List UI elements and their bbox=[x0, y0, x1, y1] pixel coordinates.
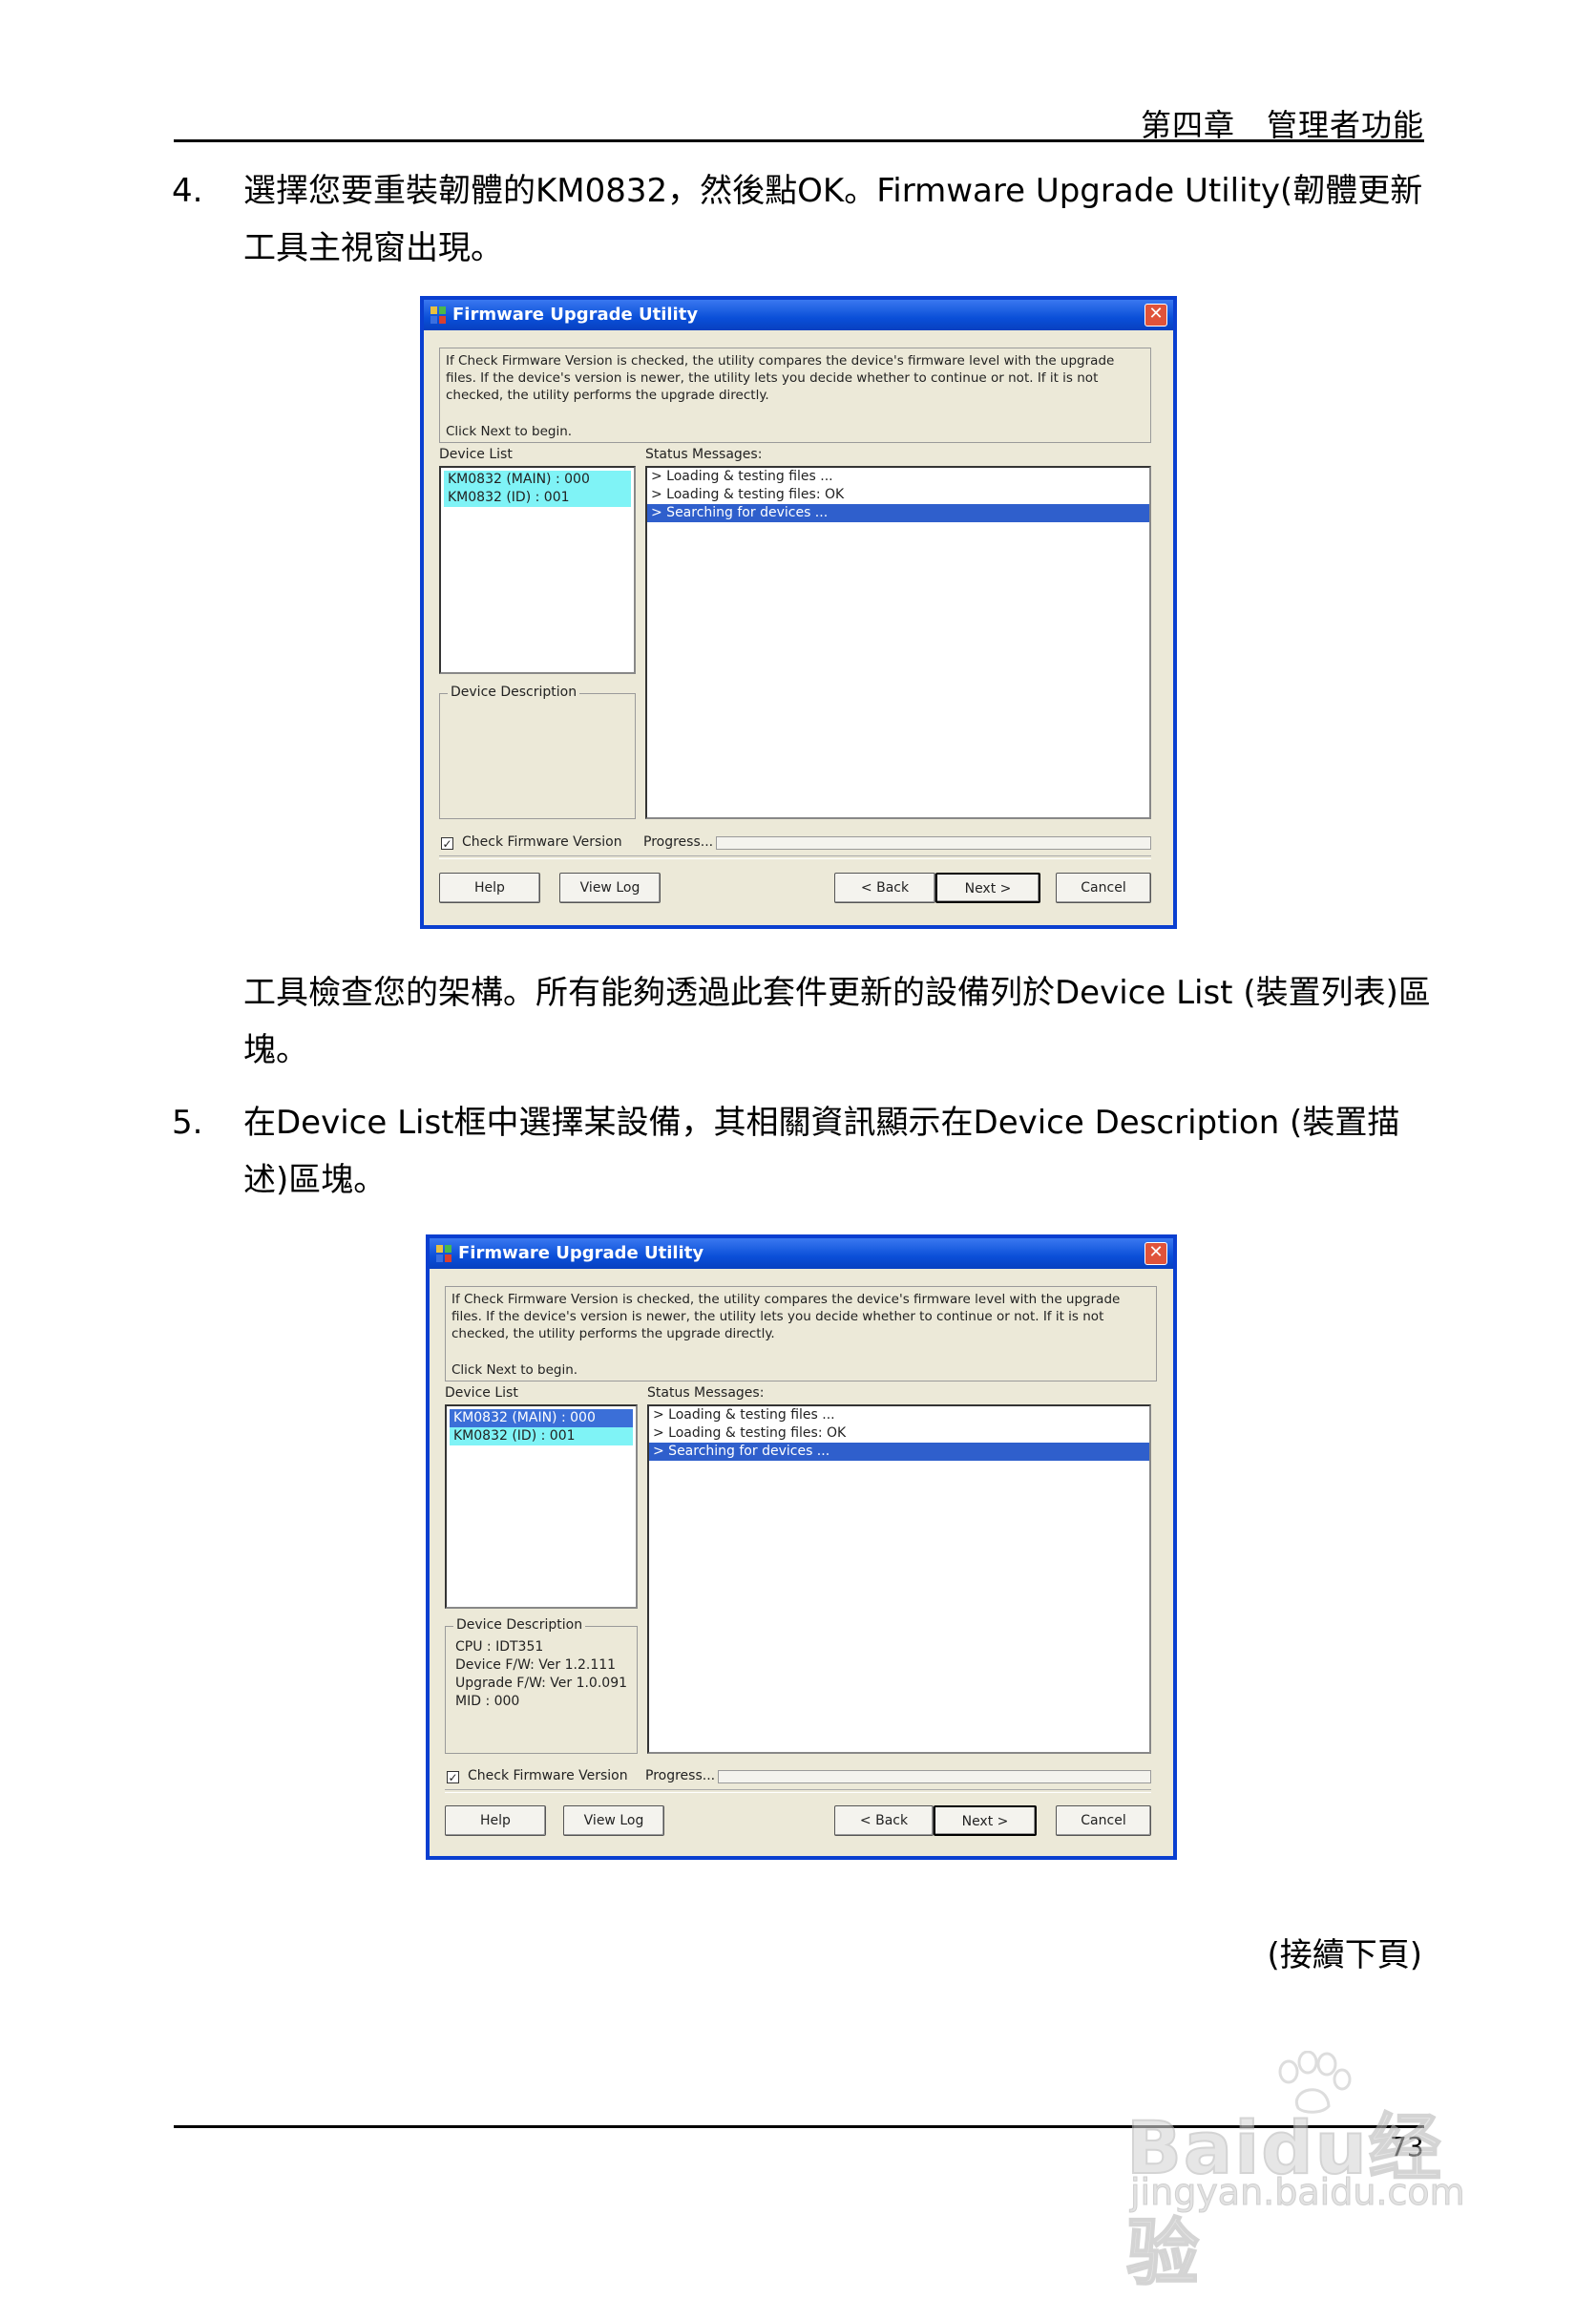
device-description-label: Device Description bbox=[448, 685, 580, 700]
description-upgrade-fw: Upgrade F/W: Ver 1.0.091 bbox=[455, 1676, 628, 1691]
status-message: > Loading & testing files ... bbox=[651, 469, 833, 484]
continue-note: (接續下頁) bbox=[1267, 1936, 1422, 1974]
device-description-group: Device Description CPU : IDT351 Device F… bbox=[445, 1617, 638, 1754]
back-button[interactable]: < Back bbox=[834, 1805, 934, 1836]
device-description-label: Device Description bbox=[453, 1617, 586, 1633]
header-rule bbox=[174, 139, 1424, 142]
paragraph-device-list: 工具檢查您的架構。所有能夠透過此套件更新的設備列於Device List (裝置… bbox=[243, 974, 1431, 1069]
info-text: If Check Firmware Version is checked, th… bbox=[452, 1292, 1121, 1341]
view-log-button[interactable]: View Log bbox=[563, 1805, 664, 1836]
next-button[interactable]: Next > bbox=[935, 873, 1040, 903]
device-list-label: Device List bbox=[445, 1385, 518, 1401]
status-messages-label: Status Messages: bbox=[647, 1385, 765, 1401]
title-bar[interactable]: Firmware Upgrade Utility ✕ bbox=[424, 300, 1173, 330]
progress-label: Progress... bbox=[643, 834, 714, 850]
device-item[interactable]: KM0832 (MAIN) : 000 bbox=[444, 471, 631, 489]
description-cpu: CPU : IDT351 bbox=[455, 1639, 544, 1655]
status-message: > Loading & testing files ... bbox=[653, 1407, 835, 1423]
status-message: > Loading & testing files: OK bbox=[651, 487, 845, 502]
step-number: 4. bbox=[172, 172, 203, 210]
status-message: > Searching for devices ... bbox=[649, 1443, 1149, 1461]
next-button[interactable]: Next > bbox=[934, 1805, 1037, 1836]
app-icon bbox=[430, 306, 446, 324]
progress-label: Progress... bbox=[645, 1768, 716, 1783]
begin-text: Click Next to begin. bbox=[446, 424, 573, 439]
description-device-fw: Device F/W: Ver 1.2.111 bbox=[455, 1657, 617, 1673]
info-text: If Check Firmware Version is checked, th… bbox=[446, 353, 1115, 403]
info-box: If Check Firmware Version is checked, th… bbox=[445, 1286, 1157, 1382]
separator bbox=[445, 1789, 1151, 1793]
device-item[interactable]: KM0832 (MAIN) : 000 bbox=[450, 1409, 633, 1427]
step-5: 5. 在Device List框中選擇某設備，其相關資訊顯示在Device De… bbox=[172, 1094, 1432, 1209]
close-icon[interactable]: ✕ bbox=[1144, 304, 1167, 327]
firmware-dialog-2: Firmware Upgrade Utility ✕ If Check Firm… bbox=[426, 1234, 1177, 1860]
info-box: If Check Firmware Version is checked, th… bbox=[439, 348, 1151, 443]
baidu-watermark: Baidu经验 jingyan.baidu.com bbox=[1125, 2051, 1508, 2296]
status-messages-list[interactable]: > Loading & testing files ... > Loading … bbox=[647, 1404, 1151, 1754]
watermark-sub: jingyan.baidu.com bbox=[1130, 2171, 1466, 2214]
status-message: > Searching for devices ... bbox=[647, 504, 1149, 522]
app-icon bbox=[436, 1245, 452, 1262]
separator bbox=[439, 855, 1151, 859]
step-number: 5. bbox=[172, 1104, 203, 1142]
step-text: 選擇您要重裝韌體的KM0832，然後點OK。Firmware Upgrade U… bbox=[243, 172, 1423, 267]
step-text: 在Device List框中選擇某設備，其相關資訊顯示在Device Descr… bbox=[243, 1104, 1400, 1199]
device-description-group: Device Description bbox=[439, 685, 636, 819]
dialog-title: Firmware Upgrade Utility bbox=[452, 305, 699, 325]
close-icon[interactable]: ✕ bbox=[1144, 1242, 1167, 1265]
step-4: 4. 選擇您要重裝韌體的KM0832，然後點OK。Firmware Upgrad… bbox=[172, 162, 1432, 277]
title-bar[interactable]: Firmware Upgrade Utility ✕ bbox=[430, 1238, 1173, 1269]
progress-bar bbox=[718, 1770, 1151, 1783]
check-firmware-checkbox[interactable]: ✓ bbox=[441, 837, 453, 850]
begin-text: Click Next to begin. bbox=[452, 1362, 578, 1378]
view-log-button[interactable]: View Log bbox=[559, 873, 661, 903]
cancel-button[interactable]: Cancel bbox=[1056, 873, 1151, 903]
help-button[interactable]: Help bbox=[445, 1805, 546, 1836]
check-firmware-label: Check Firmware Version bbox=[468, 1768, 628, 1783]
progress-bar bbox=[716, 836, 1151, 850]
device-list-label: Device List bbox=[439, 447, 513, 462]
device-item[interactable]: KM0832 (ID) : 001 bbox=[450, 1427, 633, 1445]
cancel-button[interactable]: Cancel bbox=[1056, 1805, 1151, 1836]
device-item[interactable]: KM0832 (ID) : 001 bbox=[444, 489, 631, 507]
check-firmware-checkbox[interactable]: ✓ bbox=[447, 1771, 459, 1783]
description-mid: MID : 000 bbox=[455, 1694, 520, 1709]
status-messages-label: Status Messages: bbox=[645, 447, 763, 462]
check-firmware-label: Check Firmware Version bbox=[462, 834, 622, 850]
status-messages-list[interactable]: > Loading & testing files ... > Loading … bbox=[645, 466, 1151, 819]
back-button[interactable]: < Back bbox=[834, 873, 935, 903]
firmware-dialog-1: Firmware Upgrade Utility ✕ If Check Firm… bbox=[420, 296, 1177, 929]
device-list[interactable]: KM0832 (MAIN) : 000 KM0832 (ID) : 001 bbox=[445, 1404, 638, 1609]
help-button[interactable]: Help bbox=[439, 873, 540, 903]
dialog-title: Firmware Upgrade Utility bbox=[458, 1243, 704, 1263]
device-list[interactable]: KM0832 (MAIN) : 000 KM0832 (ID) : 001 bbox=[439, 466, 636, 674]
status-message: > Loading & testing files: OK bbox=[653, 1425, 847, 1441]
